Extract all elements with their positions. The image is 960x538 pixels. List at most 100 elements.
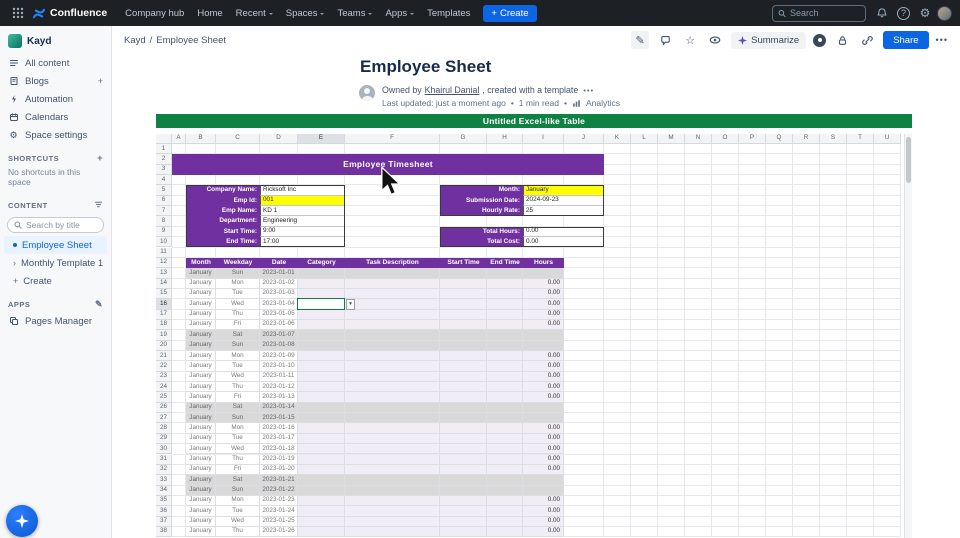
- cell-B29[interactable]: January: [186, 434, 216, 444]
- cell-H33[interactable]: [487, 475, 523, 485]
- cell-G21[interactable]: [440, 351, 487, 361]
- cell-F31[interactable]: [345, 455, 440, 465]
- column-header-C[interactable]: C: [216, 134, 260, 144]
- cell-F14[interactable]: [345, 279, 440, 289]
- cell-F32[interactable]: [345, 465, 440, 475]
- cell-D13[interactable]: 2023-01-01: [260, 268, 298, 278]
- cell-D18[interactable]: 2023-01-06: [260, 320, 298, 330]
- column-header-H[interactable]: H: [487, 134, 523, 144]
- cell-D17[interactable]: 2023-01-05: [260, 310, 298, 320]
- sidebar-item-space-settings[interactable]: ⚙ Space settings: [0, 126, 111, 144]
- user-avatar[interactable]: [937, 6, 952, 21]
- row-header-12[interactable]: 12: [156, 258, 172, 268]
- column-header-D[interactable]: D: [260, 134, 298, 144]
- month-info-value-2[interactable]: 25: [523, 206, 604, 216]
- cell-E36[interactable]: [298, 506, 345, 516]
- row-header-15[interactable]: 15: [156, 289, 172, 299]
- share-button[interactable]: Share: [883, 31, 928, 49]
- row-header-35[interactable]: 35: [156, 496, 172, 506]
- column-header-A[interactable]: A: [172, 134, 186, 144]
- filter-icon[interactable]: [94, 200, 103, 211]
- cell-C37[interactable]: Wed: [216, 517, 260, 527]
- row-header-10[interactable]: 10: [156, 237, 172, 247]
- cell-C16[interactable]: Wed: [216, 299, 260, 309]
- cell-B23[interactable]: January: [186, 372, 216, 382]
- cell-E29[interactable]: [298, 434, 345, 444]
- sheet-scrollbar[interactable]: [904, 134, 912, 538]
- row-header-32[interactable]: 32: [156, 465, 172, 475]
- cell-G32[interactable]: [440, 465, 487, 475]
- cell-F21[interactable]: [345, 351, 440, 361]
- cell-D23[interactable]: 2023-01-11: [260, 372, 298, 382]
- cell-E22[interactable]: [298, 361, 345, 371]
- cell-B15[interactable]: January: [186, 289, 216, 299]
- help-icon[interactable]: ?: [897, 7, 910, 20]
- row-header-17[interactable]: 17: [156, 310, 172, 320]
- cell-D26[interactable]: 2023-01-14: [260, 403, 298, 413]
- cell-C27[interactable]: Sun: [216, 413, 260, 423]
- cell-D36[interactable]: 2023-01-24: [260, 506, 298, 516]
- page-search-input[interactable]: [26, 220, 96, 230]
- cell-I21[interactable]: 0.00: [523, 351, 564, 361]
- cell-D15[interactable]: 2023-01-03: [260, 289, 298, 299]
- cell-B30[interactable]: January: [186, 444, 216, 454]
- sidebar-create-page[interactable]: + Create: [0, 272, 111, 290]
- cell-I27[interactable]: [523, 413, 564, 423]
- cell-C35[interactable]: Mon: [216, 496, 260, 506]
- row-header-8[interactable]: 8: [156, 216, 172, 226]
- cell-B19[interactable]: January: [186, 330, 216, 340]
- cell-G26[interactable]: [440, 403, 487, 413]
- sidebar-item-calendars[interactable]: Calendars: [0, 108, 111, 126]
- row-header-18[interactable]: 18: [156, 320, 172, 330]
- cell-C30[interactable]: Wed: [216, 444, 260, 454]
- cell-B37[interactable]: January: [186, 517, 216, 527]
- cell-B28[interactable]: January: [186, 423, 216, 433]
- cell-D34[interactable]: 2023-01-22: [260, 486, 298, 496]
- cell-F20[interactable]: [345, 341, 440, 351]
- cell-B25[interactable]: January: [186, 392, 216, 402]
- cell-C20[interactable]: Sun: [216, 341, 260, 351]
- cell-G31[interactable]: [440, 455, 487, 465]
- cell-G28[interactable]: [440, 423, 487, 433]
- row-header-9[interactable]: 9: [156, 227, 172, 237]
- star-icon[interactable]: ☆: [681, 31, 699, 49]
- breadcrumb-page-link[interactable]: Employee Sheet: [156, 35, 226, 46]
- cell-D38[interactable]: 2023-01-26: [260, 527, 298, 537]
- row-header-38[interactable]: 38: [156, 527, 172, 537]
- month-info-value-1[interactable]: 2024-09-23: [523, 196, 604, 206]
- cell-D24[interactable]: 2023-01-12: [260, 382, 298, 392]
- cell-G16[interactable]: [440, 299, 487, 309]
- cell-F27[interactable]: [345, 413, 440, 423]
- cell-I14[interactable]: 0.00: [523, 279, 564, 289]
- totals-value-0[interactable]: 0.00: [523, 227, 604, 237]
- row-header-23[interactable]: 23: [156, 372, 172, 382]
- cell-B36[interactable]: January: [186, 506, 216, 516]
- column-header-P[interactable]: P: [739, 134, 766, 144]
- ai-assistant-button[interactable]: [6, 505, 38, 537]
- add-shortcut-button[interactable]: +: [97, 153, 103, 163]
- nav-spaces[interactable]: Spaces: [280, 5, 331, 22]
- cell-H21[interactable]: [487, 351, 523, 361]
- cell-G34[interactable]: [440, 486, 487, 496]
- cell-E23[interactable]: [298, 372, 345, 382]
- cell-D31[interactable]: 2023-01-19: [260, 455, 298, 465]
- cell-G17[interactable]: [440, 310, 487, 320]
- cell-H38[interactable]: [487, 527, 523, 537]
- cell-E17[interactable]: [298, 310, 345, 320]
- page-tree-item-employee-sheet[interactable]: Employee Sheet: [4, 236, 107, 254]
- scrollbar-thumb[interactable]: [906, 137, 911, 183]
- cell-G29[interactable]: [440, 434, 487, 444]
- cell-I16[interactable]: 0.00: [523, 299, 564, 309]
- cell-B26[interactable]: January: [186, 403, 216, 413]
- breadcrumb-space-link[interactable]: Kayd: [124, 35, 146, 46]
- sidebar-item-all-content[interactable]: All content: [0, 54, 111, 72]
- row-header-29[interactable]: 29: [156, 434, 172, 444]
- cell-B33[interactable]: January: [186, 475, 216, 485]
- cell-B14[interactable]: January: [186, 279, 216, 289]
- cell-H23[interactable]: [487, 372, 523, 382]
- cell-E37[interactable]: [298, 517, 345, 527]
- cell-C18[interactable]: Fri: [216, 320, 260, 330]
- cell-dropdown-button[interactable]: ▾: [346, 299, 355, 309]
- cell-H29[interactable]: [487, 434, 523, 444]
- cell-E34[interactable]: [298, 486, 345, 496]
